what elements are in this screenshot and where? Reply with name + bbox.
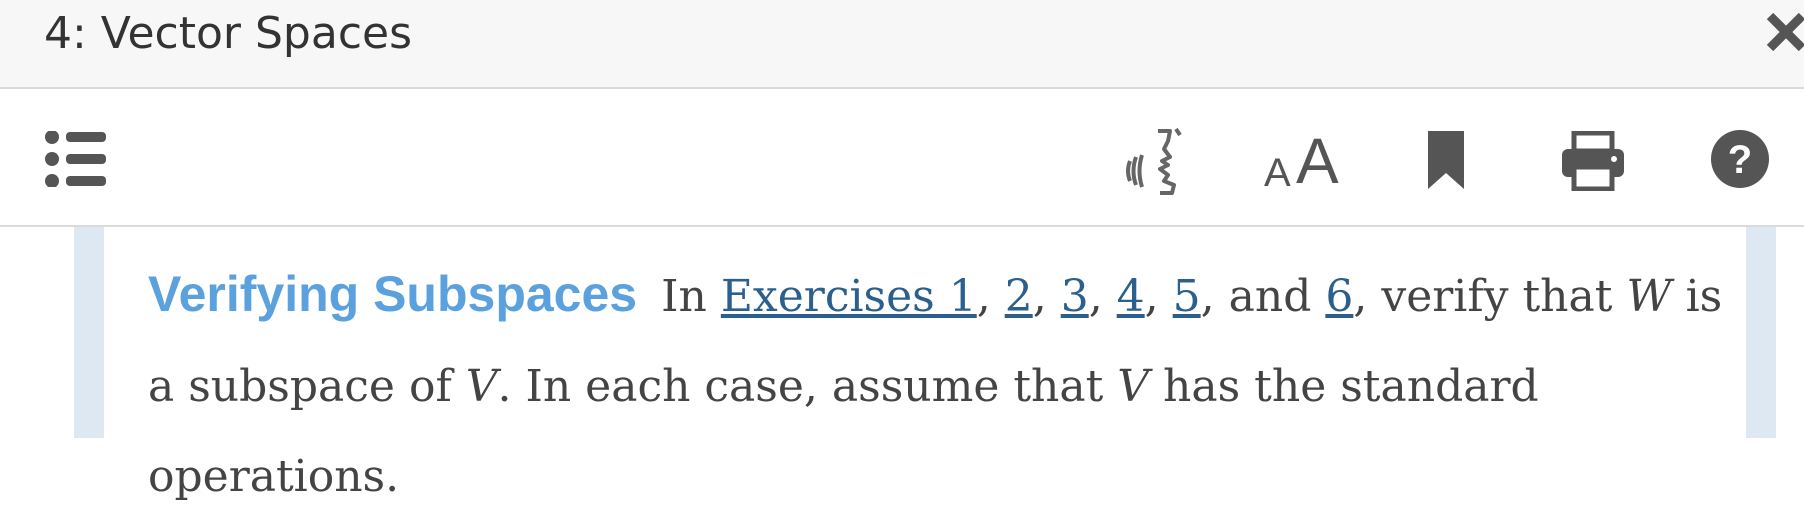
exercise-paragraph: Verifying Subspaces In Exercises 1, 2, 3,…: [148, 249, 1738, 522]
print-button[interactable]: [1560, 130, 1626, 192]
bookmark-button[interactable]: [1426, 129, 1466, 191]
sep-text: ,: [976, 271, 1005, 322]
exercise-link-5[interactable]: 5: [1173, 271, 1201, 322]
exercise-link-3[interactable]: 3: [1061, 271, 1089, 322]
window-title: 4: Vector Spaces: [44, 8, 413, 59]
sep-and-text: , and: [1200, 271, 1326, 322]
help-label: ?: [1728, 138, 1752, 182]
body-text: , verify that: [1353, 271, 1627, 322]
variable-v: V: [1117, 361, 1150, 412]
variable-v: V: [465, 361, 498, 412]
intro-text: In: [661, 271, 707, 322]
close-icon[interactable]: [1762, 8, 1804, 56]
table-of-contents-button[interactable]: [44, 130, 106, 188]
body-text: . In each case, assume that: [497, 361, 1118, 412]
exercise-link-2[interactable]: 2: [1005, 271, 1033, 322]
text-size-button[interactable]: A A: [1262, 129, 1342, 193]
toolbar: A A ?: [0, 89, 1804, 227]
variable-w: W: [1626, 271, 1672, 322]
sep-text: ,: [1088, 271, 1117, 322]
right-band: [1746, 227, 1776, 438]
content-area: Verifying Subspaces In Exercises 1, 2, 3,…: [0, 227, 1804, 502]
help-button[interactable]: ?: [1710, 129, 1770, 189]
bookmark-icon: [1428, 131, 1464, 189]
read-aloud-button[interactable]: [1124, 127, 1188, 197]
text-size-small-label: A: [1264, 151, 1291, 195]
exercise-link-1[interactable]: Exercises 1: [721, 271, 977, 322]
sep-text: ,: [1144, 271, 1173, 322]
list-icon: [45, 130, 106, 188]
left-band: [74, 227, 104, 438]
text-size-large-label: A: [1296, 125, 1339, 197]
section-heading: Verifying Subspaces: [148, 266, 638, 322]
title-bar: 4: Vector Spaces: [0, 0, 1804, 89]
exercise-link-4[interactable]: 4: [1117, 271, 1145, 322]
printer-icon: [1562, 130, 1624, 192]
exercise-link-6[interactable]: 6: [1325, 271, 1353, 322]
speaker-icon: [1126, 127, 1182, 195]
sep-text: ,: [1032, 271, 1061, 322]
help-icon: ?: [1711, 130, 1769, 188]
